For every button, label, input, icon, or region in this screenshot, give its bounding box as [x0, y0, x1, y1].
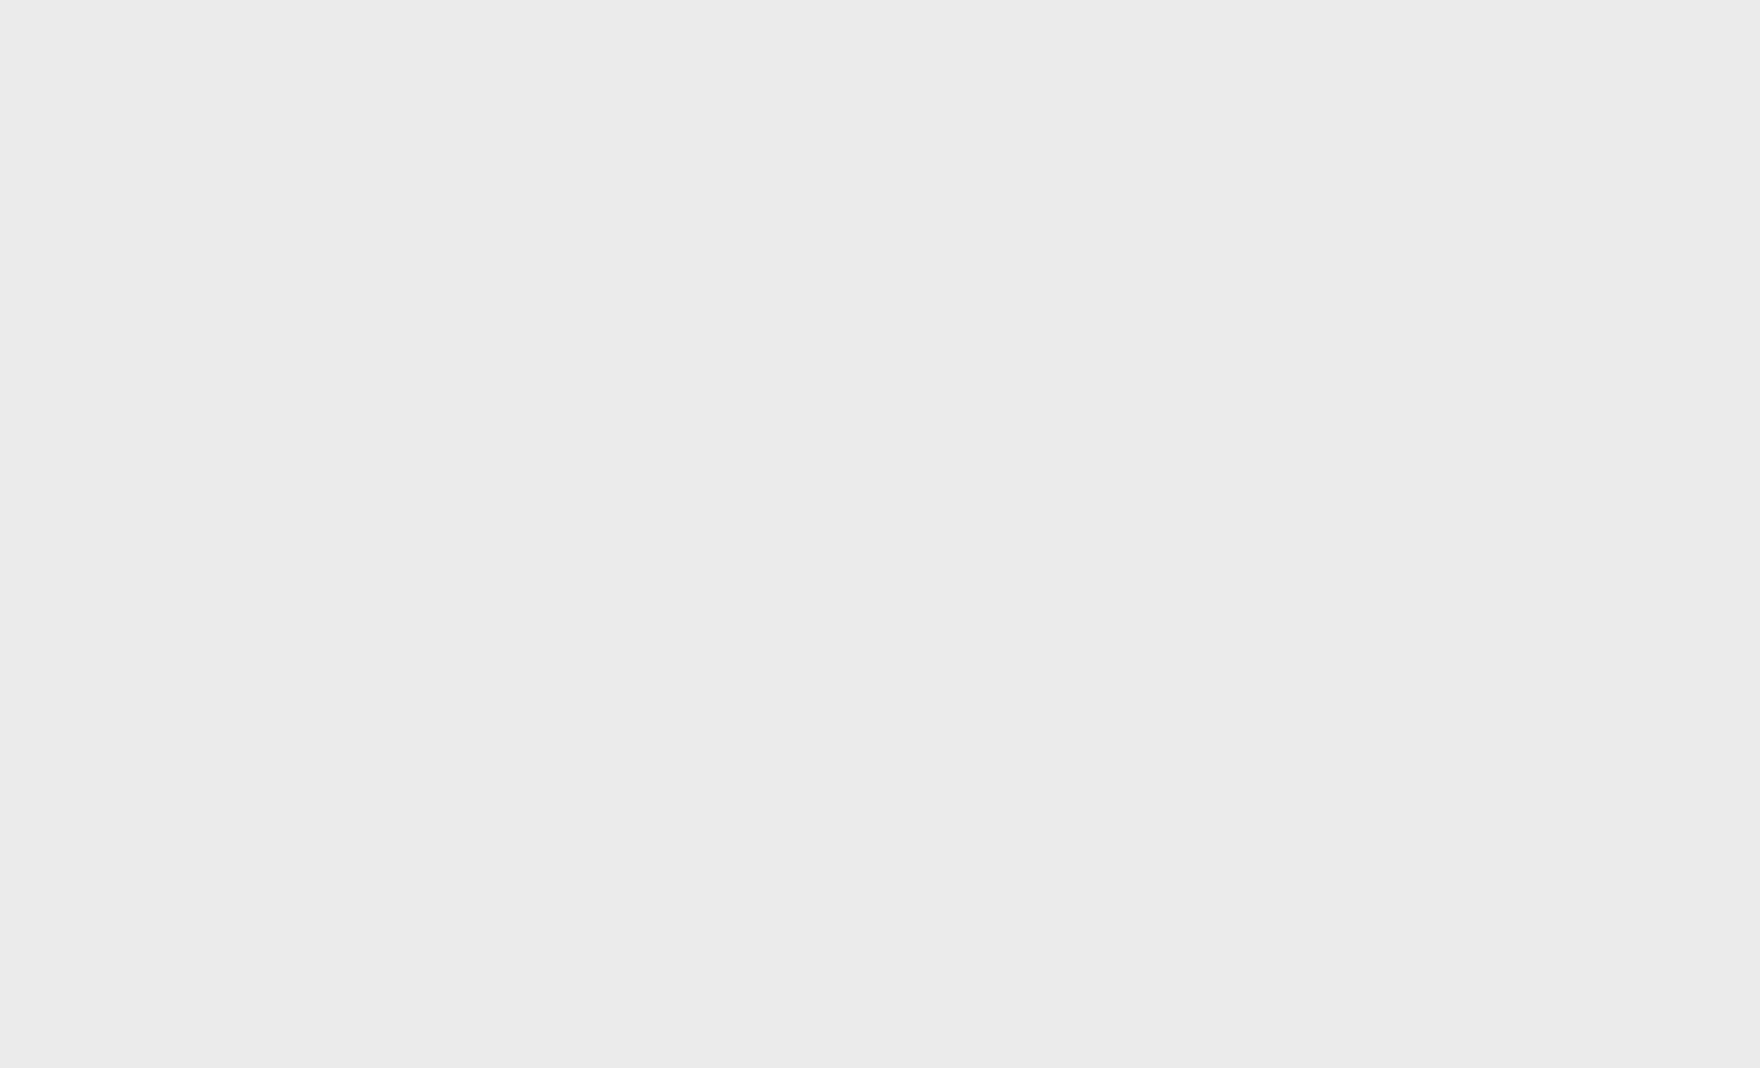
sequencer-window — [0, 0, 1760, 1068]
